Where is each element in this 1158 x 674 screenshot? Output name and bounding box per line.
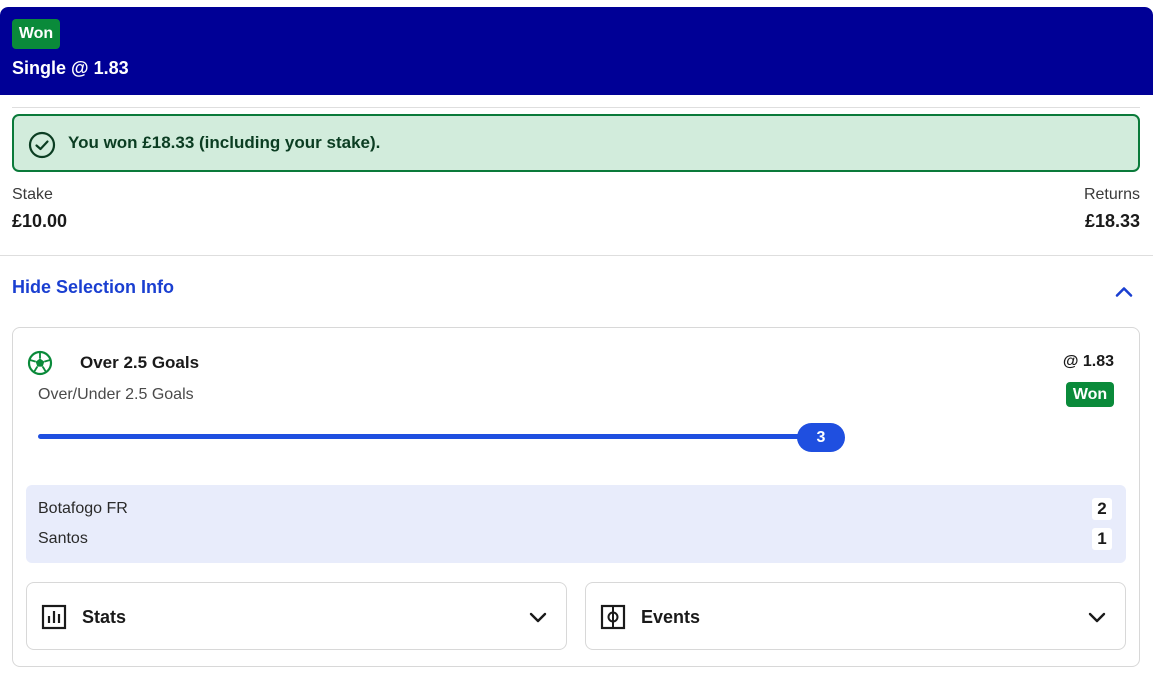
returns-value: £18.33 — [1084, 211, 1140, 231]
selection-odds: @ 1.83 — [1062, 353, 1114, 370]
team-away: Santos — [38, 530, 88, 547]
goals-progress-track — [38, 434, 818, 439]
win-message: You won £18.33 (including your stake). — [68, 133, 381, 152]
divider — [12, 107, 1140, 108]
stats-panel-button[interactable]: Stats — [26, 582, 567, 650]
events-label: Events — [641, 607, 701, 627]
selection-market: Over/Under 2.5 Goals — [38, 386, 194, 403]
scoreboard: Botafogo FR 2 Santos 1 — [26, 485, 1126, 563]
selection-name: Over 2.5 Goals — [80, 353, 200, 372]
events-panel-button[interactable]: Events — [585, 582, 1126, 650]
status-badge: Won — [12, 19, 60, 49]
score-away: 1 — [1092, 528, 1112, 550]
chevron-down-icon — [1088, 612, 1106, 623]
chevron-up-icon[interactable] — [1112, 280, 1136, 304]
selection-status-badge: Won — [1066, 382, 1114, 407]
stake-value: £10.00 — [12, 211, 68, 231]
goals-progress-marker: 3 — [797, 423, 845, 452]
football-icon — [27, 350, 53, 376]
divider — [0, 255, 1153, 256]
chevron-down-icon — [529, 612, 547, 623]
team-home: Botafogo FR — [38, 500, 128, 517]
bet-header: Won Single @ 1.83 — [0, 7, 1153, 95]
win-banner: You won £18.33 (including your stake). — [12, 114, 1140, 172]
bet-title: Single @ 1.83 — [12, 58, 129, 78]
score-home: 2 — [1092, 498, 1112, 520]
pitch-icon — [600, 604, 626, 630]
check-circle-icon — [28, 131, 56, 159]
stats-label: Stats — [82, 607, 127, 627]
stake-label: Stake — [12, 186, 53, 203]
bar-chart-icon — [41, 604, 67, 630]
hide-selection-info-link[interactable]: Hide Selection Info — [12, 277, 174, 298]
returns-label: Returns — [1083, 186, 1140, 203]
